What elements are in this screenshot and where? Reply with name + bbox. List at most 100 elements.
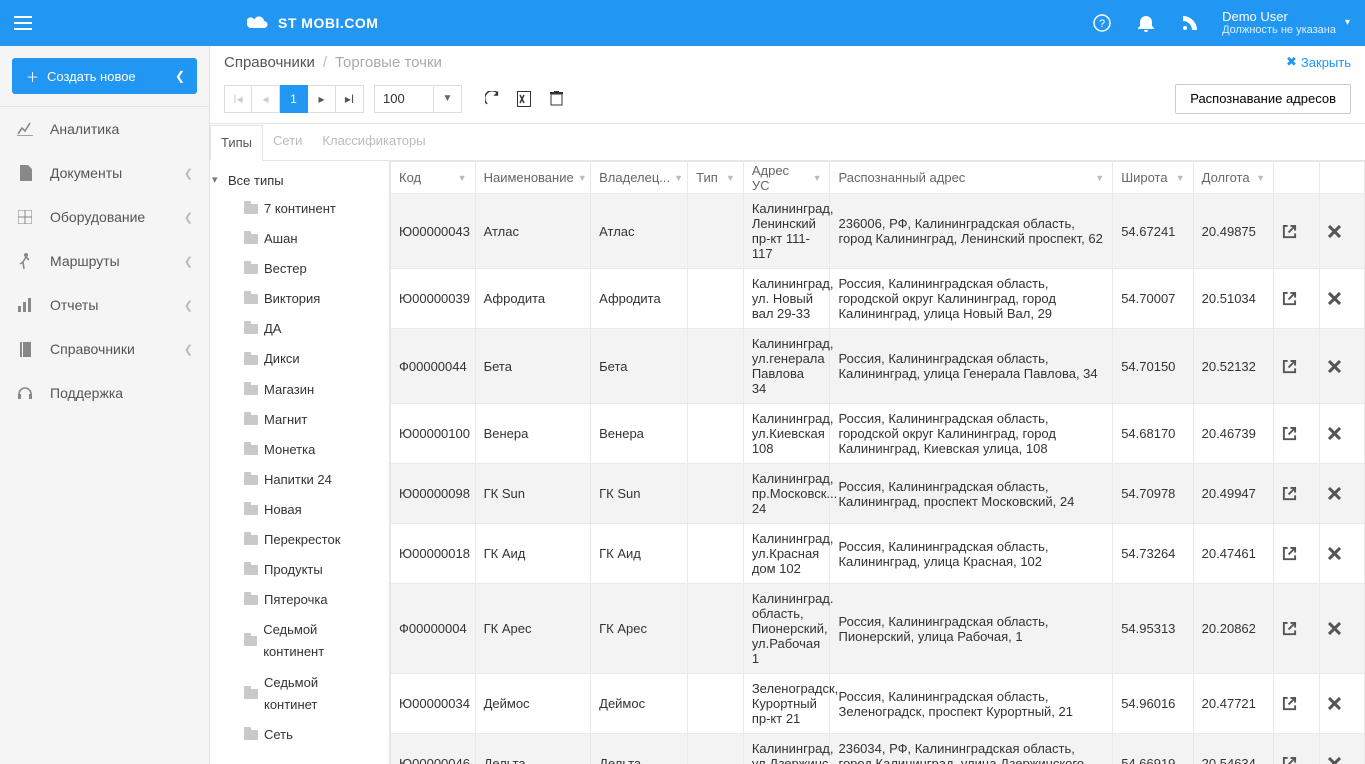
tree-item[interactable]: Монетка <box>210 435 389 465</box>
page-next-button[interactable]: ▸ <box>308 85 336 113</box>
tree-item[interactable]: ДА <box>210 314 389 344</box>
open-row-button[interactable] <box>1274 194 1319 269</box>
tree-item-label: Сеть <box>264 724 293 746</box>
table-row[interactable]: Ю00000046ДельтаДельтаКалининград, ул.Дзе… <box>391 734 1365 764</box>
delete-row-button[interactable] <box>1319 524 1364 584</box>
table-row[interactable]: Ю00000043АтласАтласКалининград, Ленински… <box>391 194 1365 269</box>
col-code[interactable]: Код▼ <box>391 162 476 194</box>
tab-types[interactable]: Типы <box>210 125 263 161</box>
export-excel-button[interactable] <box>508 85 540 113</box>
nav-item-6[interactable]: Поддержка <box>0 371 209 415</box>
nav-label: Аналитика <box>50 121 193 137</box>
create-new-button[interactable]: ＋ Создать новое ❮ <box>12 58 197 94</box>
tree-item[interactable]: Магнит <box>210 405 389 435</box>
open-row-button[interactable] <box>1274 404 1319 464</box>
col-type[interactable]: Тип▼ <box>688 162 744 194</box>
tree-item[interactable]: Напитки 24 <box>210 465 389 495</box>
open-row-button[interactable] <box>1274 584 1319 674</box>
cell-owner: Дельта <box>591 734 688 764</box>
page-first-button[interactable]: I◂ <box>224 85 252 113</box>
nav-item-2[interactable]: Оборудование ❮ <box>0 195 209 239</box>
tree-item[interactable]: Седьмой континент <box>210 615 389 667</box>
table-row[interactable]: Ю00000100ВенераВенераКалининград, ул.Кие… <box>391 404 1365 464</box>
delete-row-button[interactable] <box>1319 464 1364 524</box>
open-row-button[interactable] <box>1274 329 1319 404</box>
delete-row-button[interactable] <box>1319 584 1364 674</box>
tree-item[interactable]: Новая <box>210 495 389 525</box>
delete-row-button[interactable] <box>1319 329 1364 404</box>
user-role: Должность не указана <box>1222 24 1336 37</box>
open-row-button[interactable] <box>1274 464 1319 524</box>
tab-networks[interactable]: Сети <box>263 124 312 160</box>
recognize-addresses-button[interactable]: Распознавание адресов <box>1175 84 1351 114</box>
tree-item[interactable]: Сеть <box>210 720 389 750</box>
page-current[interactable]: 1 <box>280 85 308 113</box>
tree-item-label: Вестер <box>264 258 307 280</box>
open-row-button[interactable] <box>1274 269 1319 329</box>
tree-item[interactable]: Магазин <box>210 375 389 405</box>
bell-icon[interactable] <box>1134 11 1158 35</box>
tree-item[interactable]: Ашан <box>210 224 389 254</box>
tree-item[interactable]: Вестер <box>210 254 389 284</box>
col-lat[interactable]: Широта▼ <box>1113 162 1193 194</box>
nav-item-1[interactable]: Документы ❮ <box>0 151 209 195</box>
open-row-button[interactable] <box>1274 524 1319 584</box>
open-row-button[interactable] <box>1274 734 1319 764</box>
tree-item-label: Монетка <box>264 439 315 461</box>
user-menu[interactable]: Demo User Должность не указана ▾ <box>1222 9 1350 38</box>
folder-icon <box>244 294 258 304</box>
table-row[interactable]: Ю00000039АфродитаАфродитаКалининград, ул… <box>391 269 1365 329</box>
nav-label: Справочники <box>50 341 168 357</box>
hamburger-button[interactable] <box>0 0 46 46</box>
tree-item[interactable]: Седьмой континет <box>210 668 389 720</box>
tree-item[interactable]: Дикси <box>210 344 389 374</box>
tree-item[interactable]: 7 континент <box>210 194 389 224</box>
col-owner[interactable]: Владелец...▼ <box>591 162 688 194</box>
delete-row-button[interactable] <box>1319 674 1364 734</box>
tab-classifiers[interactable]: Классификаторы <box>312 124 435 160</box>
close-button[interactable]: ✖ Закрыть <box>1286 54 1351 70</box>
page-size-value[interactable]: 100 <box>374 85 434 113</box>
cell-addr: Калининград, ул.генерала Павлова 34 <box>743 329 830 404</box>
tree-collapse-icon[interactable]: ▾ <box>212 173 218 186</box>
nav-label: Оборудование <box>50 209 168 225</box>
delete-row-button[interactable] <box>1319 194 1364 269</box>
nav-item-4[interactable]: Отчеты ❮ <box>0 283 209 327</box>
tree-item[interactable]: Перекресток <box>210 525 389 555</box>
tree-root[interactable]: Все типы <box>210 167 389 194</box>
col-addr[interactable]: Адрес УС▼ <box>743 162 830 194</box>
delete-row-button[interactable] <box>1319 734 1364 764</box>
table-row[interactable]: Ф00000044БетаБетаКалининград, ул.генерал… <box>391 329 1365 404</box>
nav-item-3[interactable]: Маршруты ❮ <box>0 239 209 283</box>
col-lon[interactable]: Долгота▼ <box>1193 162 1273 194</box>
nav-item-0[interactable]: Аналитика <box>0 107 209 151</box>
tree-item-label: Седьмой континет <box>264 672 375 716</box>
nav-item-5[interactable]: Справочники ❮ <box>0 327 209 371</box>
delete-row-button[interactable] <box>1319 404 1364 464</box>
col-name[interactable]: Наименование▼ <box>475 162 591 194</box>
tree-item[interactable]: Пятерочка <box>210 585 389 615</box>
cell-addr: Калининград, ул.Дзержинс... 42 <box>743 734 830 764</box>
page-last-button[interactable]: ▸I <box>336 85 364 113</box>
col-recog[interactable]: Распознанный адрес▼ <box>830 162 1113 194</box>
tree-item[interactable]: Продукты <box>210 555 389 585</box>
folder-icon <box>244 475 258 485</box>
help-icon[interactable]: ? <box>1090 11 1114 35</box>
cell-lat: 54.66919 <box>1113 734 1193 764</box>
page-size-dropdown[interactable]: ▼ <box>434 85 462 113</box>
rss-icon[interactable] <box>1178 11 1202 35</box>
page-prev-button[interactable]: ◂ <box>252 85 280 113</box>
tree-item-label: Магнит <box>264 409 307 431</box>
breadcrumb-root[interactable]: Справочники <box>224 54 315 71</box>
table-row[interactable]: Ю00000018ГК АидГК АидКалининград, ул.Кра… <box>391 524 1365 584</box>
open-row-button[interactable] <box>1274 674 1319 734</box>
delete-row-button[interactable] <box>1319 269 1364 329</box>
table-row[interactable]: Ф00000004ГК АресГК АресКалининград. обла… <box>391 584 1365 674</box>
refresh-button[interactable] <box>476 85 508 113</box>
table-row[interactable]: Ю00000098ГК SunГК SunКалининград, пр.Мос… <box>391 464 1365 524</box>
sidebar: ＋ Создать новое ❮ Аналитика Документы ❮ … <box>0 46 210 764</box>
delete-button[interactable] <box>540 85 572 113</box>
table-row[interactable]: Ю00000034ДеймосДеймосЗеленоградск, Курор… <box>391 674 1365 734</box>
cell-recog: Россия, Калининградская область, городск… <box>830 404 1113 464</box>
tree-item[interactable]: Виктория <box>210 284 389 314</box>
